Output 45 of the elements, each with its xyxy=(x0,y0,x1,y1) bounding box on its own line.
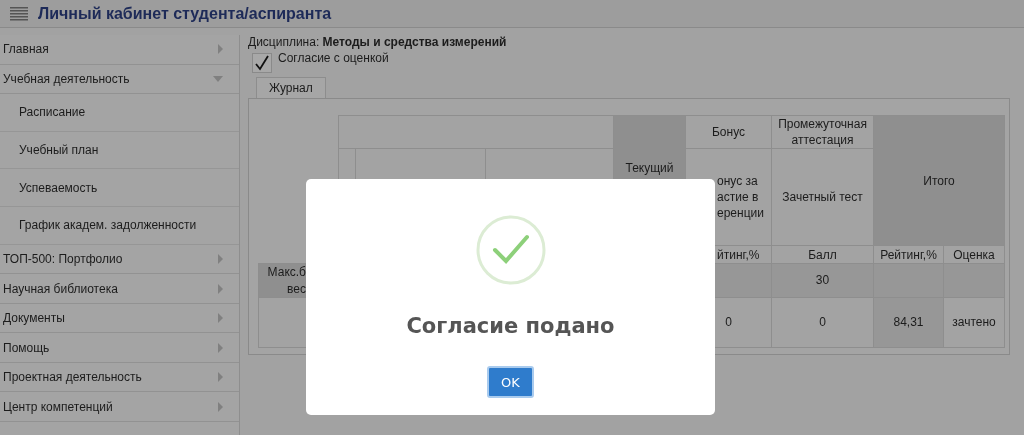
table-cell: 84,31 xyxy=(893,315,924,330)
sidebar-subitem[interactable]: Учебный план xyxy=(0,131,239,170)
table-header: Бонус xyxy=(712,125,746,140)
table-header: Оценка xyxy=(953,247,995,262)
table-cell: 30 xyxy=(815,273,830,288)
caret-right-icon xyxy=(218,342,223,353)
caret-right-icon xyxy=(218,44,223,55)
table-cell: зачтено xyxy=(952,315,996,330)
table-header: Балл xyxy=(808,247,837,262)
caret-right-icon xyxy=(218,401,223,412)
table-cell: 0 xyxy=(819,315,826,330)
caret-right-icon xyxy=(218,283,223,294)
sidebar-subitem[interactable]: График академ. задолженности xyxy=(0,207,239,245)
caret-right-icon xyxy=(218,313,223,323)
menu-icon[interactable] xyxy=(10,6,28,21)
dialog-message: Согласие подано xyxy=(406,314,615,338)
table-header: Рейтинг,% xyxy=(880,247,937,262)
sidebar-item[interactable]: Проектная деятельность xyxy=(0,362,239,393)
table-header: Промежуточная аттестация xyxy=(778,117,867,148)
sidebar-item[interactable]: Документы xyxy=(0,303,239,334)
sidebar-item[interactable]: Научная библиотека xyxy=(0,274,239,304)
discipline-text: Дисциплина: Методы и средства измерений xyxy=(248,35,508,51)
tab[interactable]: Журнал xyxy=(256,77,326,98)
caret-right-icon xyxy=(218,372,223,382)
sidebar-item[interactable]: Учебная деятельность xyxy=(0,64,239,94)
ok-button[interactable]: OK xyxy=(487,366,534,398)
sidebar-subitem[interactable]: Расписание xyxy=(0,94,239,132)
caret-right-icon xyxy=(218,254,223,264)
table-cell: 0 xyxy=(725,315,732,330)
table-header: Зачетный тест xyxy=(782,190,863,205)
table-header: Текущий xyxy=(625,161,674,175)
table-header: Итого xyxy=(923,173,955,188)
sidebar-item[interactable]: Помощь xyxy=(0,333,239,363)
table-header: онус за астие в еренции xyxy=(716,173,764,222)
checkbox[interactable] xyxy=(252,53,272,73)
table-cell-text: Макс.б вес xyxy=(267,264,307,297)
sidebar-item[interactable]: ТОП-500: Портфолио xyxy=(0,244,239,275)
checkbox-label: Согласие с оценкой xyxy=(278,51,389,65)
sidebar-item[interactable]: Центр компетенций xyxy=(0,392,239,422)
caret-down-icon xyxy=(213,75,223,82)
page-title: Личный кабинет студента/аспиранта xyxy=(38,4,332,23)
table-header: йтинг,% xyxy=(716,246,760,263)
sidebar-subitem[interactable]: Успеваемость xyxy=(0,169,239,208)
checkmark-circle-icon xyxy=(474,214,547,286)
sidebar-item[interactable]: Главная xyxy=(0,35,239,65)
